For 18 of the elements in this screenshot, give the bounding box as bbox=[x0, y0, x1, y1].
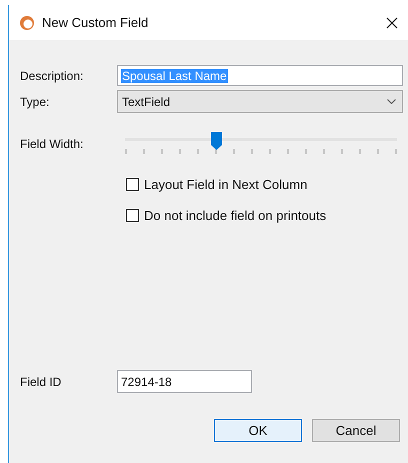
width-slider[interactable] bbox=[125, 132, 397, 156]
slider-thumb[interactable] bbox=[210, 132, 222, 150]
checkbox[interactable] bbox=[126, 208, 139, 222]
checkbox-label[interactable]: Do not include field on printouts bbox=[144, 208, 326, 222]
close-icon[interactable] bbox=[386, 16, 398, 28]
field-label: Type: bbox=[20, 94, 50, 108]
chevron-icon bbox=[387, 99, 396, 104]
checkbox[interactable] bbox=[126, 178, 139, 190]
window-title: New Custom Field bbox=[42, 15, 150, 30]
dialog-button[interactable]: OK bbox=[214, 419, 302, 442]
checkbox-label[interactable]: Layout Field in Next Column bbox=[144, 176, 308, 192]
field-label: Field Width: bbox=[20, 136, 84, 150]
field-id-input[interactable]: 72914-18 bbox=[117, 370, 252, 393]
dialog-button[interactable]: Cancel bbox=[312, 419, 400, 442]
field-label: Description: bbox=[20, 68, 84, 82]
app-icon bbox=[19, 14, 35, 30]
field-label: Field ID bbox=[20, 374, 62, 388]
type-dropdown[interactable]: TextField bbox=[117, 90, 403, 113]
